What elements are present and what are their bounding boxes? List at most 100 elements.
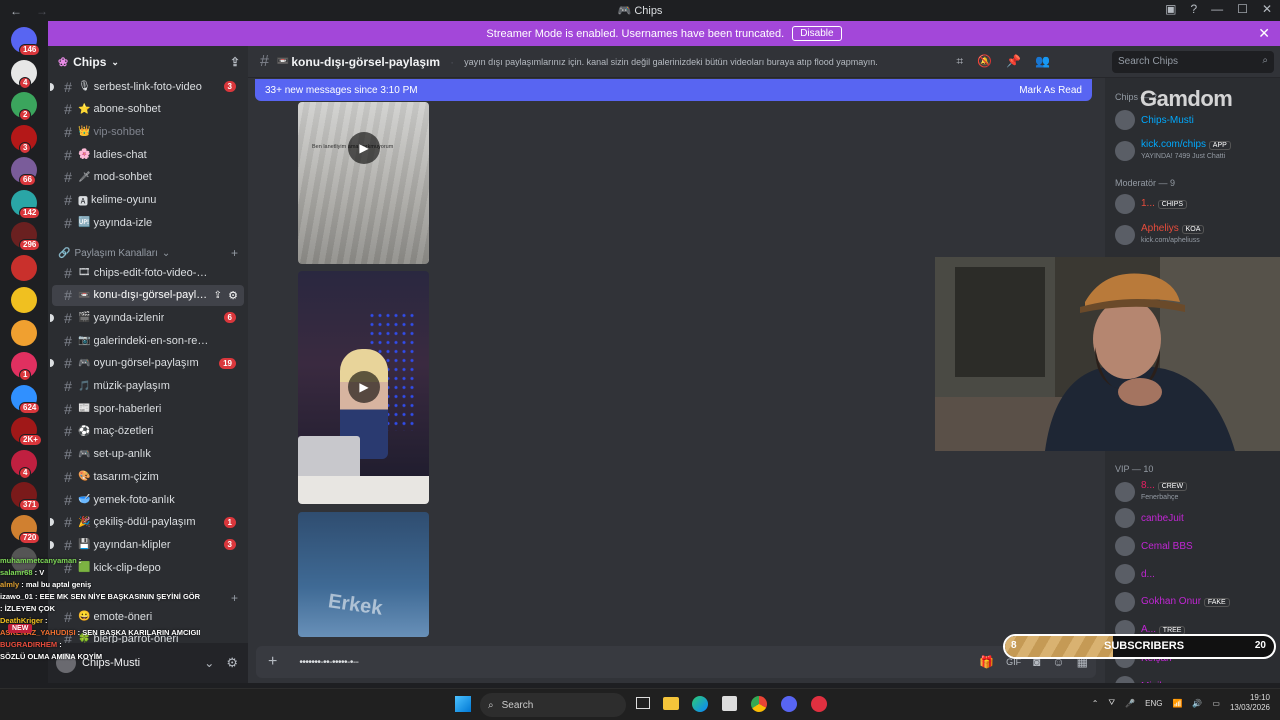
server-icon[interactable] — [11, 287, 37, 313]
close-banner-icon[interactable]: ✕ — [1258, 25, 1270, 42]
add-attachment-icon[interactable]: + — [268, 653, 277, 671]
search-input[interactable]: Search Chips ⌕ — [1112, 51, 1274, 73]
channel-item[interactable]: # 🎉 çekiliş-ödül-paylaşım 1 — [50, 512, 244, 533]
store-icon[interactable] — [722, 696, 737, 711]
channel-item[interactable]: # ⚽ maç-özetleri — [52, 421, 244, 442]
server-icon[interactable]: 3 — [11, 124, 37, 154]
new-badge: NEW — [8, 624, 33, 633]
play-icon[interactable]: ▶ — [348, 132, 380, 164]
server-icon[interactable]: 624 — [11, 384, 41, 414]
channel-item[interactable]: # 🎙 serbest-link-foto-video 3 — [50, 76, 244, 97]
channel-item[interactable]: # 📷 galerindeki-en-son-resim — [52, 330, 244, 351]
add-channel-icon[interactable]: + — [231, 246, 238, 260]
microphone-icon[interactable]: 🎤 — [1125, 699, 1135, 708]
channel-item[interactable]: # 🗡 mod-sohbet — [52, 167, 244, 188]
network-icon[interactable]: ⛛ — [1108, 698, 1115, 708]
channel-item[interactable]: # 🎮 set-up-anlık — [52, 444, 244, 465]
member-item[interactable]: Gokhan Onur FAKE — [1115, 592, 1230, 612]
minimize-icon[interactable]: — — [1211, 2, 1223, 16]
discord-taskbar-icon[interactable] — [781, 696, 797, 712]
member-item[interactable]: d... — [1115, 564, 1155, 584]
channel-item[interactable]: # 📰 spor-haberleri — [52, 398, 244, 419]
help-icon[interactable]: ? — [1190, 2, 1197, 16]
member-item[interactable]: Apheliys KOA kick.com/apheliuss — [1115, 223, 1205, 246]
server-icon[interactable]: 66 — [11, 157, 37, 186]
back-arrow-icon[interactable]: ← — [10, 4, 22, 18]
gift-icon[interactable]: 🎁 — [979, 655, 994, 669]
member-item[interactable]: 1... CHIPS — [1115, 194, 1188, 214]
add-member-icon[interactable]: ⇪ — [214, 290, 222, 301]
add-member-icon[interactable]: ⇪ — [230, 55, 240, 69]
disable-streamer-mode-button[interactable]: Disable — [792, 26, 842, 41]
server-icon[interactable] — [11, 254, 37, 281]
channel-item[interactable]: # ⭐ abone-sohbet — [52, 99, 244, 120]
inbox-icon[interactable]: ▣ — [1165, 2, 1176, 16]
channel-item[interactable]: # 🅰kelime-oyunu — [52, 190, 244, 211]
wifi-icon[interactable]: 📶 — [1172, 699, 1182, 708]
forward-arrow-icon[interactable]: → — [36, 4, 48, 18]
gear-icon[interactable]: ⚙ — [228, 289, 238, 302]
play-icon[interactable]: ▶ — [348, 371, 380, 403]
clock[interactable]: 19:10 13/03/2026 — [1230, 693, 1270, 713]
edge-icon[interactable] — [692, 696, 708, 712]
task-view-icon[interactable] — [636, 697, 650, 709]
gear-icon[interactable]: ⚙ — [226, 655, 238, 671]
file-explorer-icon[interactable] — [663, 697, 679, 710]
chrome-icon[interactable] — [751, 696, 767, 712]
server-icon[interactable]: 4 — [11, 59, 37, 89]
new-messages-bar[interactable]: 33+ new messages since 3:10 PM Mark As R… — [255, 79, 1092, 101]
member-item[interactable]: Chips-Musti — [1115, 110, 1194, 130]
add-channel-icon[interactable]: + — [231, 591, 238, 605]
composer-text[interactable]: •••••••-••-•••••-•-- — [299, 657, 359, 668]
channel-item[interactable]: # 🎨 tasarım-çizim — [52, 466, 244, 487]
maximize-icon[interactable]: ☐ — [1237, 2, 1248, 16]
chevron-down-icon: ⌄ — [161, 248, 171, 259]
channel-item[interactable]: # 🎬 yayında-izlenir 6 — [50, 307, 244, 328]
language-indicator[interactable]: ENG — [1145, 699, 1162, 708]
member-item[interactable]: Minik — [1115, 676, 1164, 683]
guild-header[interactable]: ❀ Chips ⌄ ⇪ — [48, 46, 248, 78]
threads-icon[interactable]: ⌗ — [956, 54, 963, 69]
video-attachment[interactable]: Ben lanetliyim ama korkmuyorum ▶ — [298, 102, 429, 264]
battery-icon[interactable]: ▭ — [1212, 699, 1220, 708]
server-icon[interactable]: 371 — [11, 482, 41, 511]
video-attachment[interactable]: ▶ — [298, 271, 429, 504]
taskbar-search[interactable]: ⌕ Search — [480, 693, 626, 717]
server-icon[interactable]: 2K+ — [11, 417, 42, 446]
mark-as-read-button[interactable]: Mark As Read — [1019, 85, 1082, 96]
server-icon[interactable] — [11, 319, 37, 346]
server-icon[interactable]: 720 — [11, 514, 41, 544]
pin-icon[interactable]: 📌 — [1006, 54, 1021, 69]
video-attachment[interactable]: Erkek — [298, 512, 429, 637]
channel-topic[interactable]: yayın dışı paylaşımlarınız için. kanal s… — [464, 57, 878, 67]
server-icon[interactable]: 1 — [11, 352, 37, 381]
windows-start-icon[interactable] — [455, 696, 471, 712]
server-icon[interactable]: 296 — [11, 222, 41, 251]
channel-item[interactable]: # 🆙 yayında-izle — [52, 212, 244, 233]
channel-item[interactable]: # 👑 vip-sohbet — [52, 121, 244, 142]
server-icon[interactable]: 142 — [11, 189, 41, 219]
channel-item[interactable]: # 🥣 yemek-foto-anlık — [52, 489, 244, 510]
message-composer[interactable]: + •••••••-••-•••••-•-- 🎁 GIF ◙ ☺ ▦ — [256, 646, 1096, 678]
chevron-down-icon[interactable]: ⌄ — [204, 656, 214, 670]
member-item[interactable]: 8... CREW Fenerbahçe — [1115, 480, 1188, 503]
mute-bell-icon[interactable]: 🔕 — [977, 54, 992, 69]
close-window-icon[interactable]: ✕ — [1262, 2, 1272, 16]
member-item[interactable]: kick.com/chips APP YAYINDA! 7499 Just Cha… — [1115, 139, 1231, 162]
channel-item[interactable]: # 📼 konu-dışı-görsel-payla… ⇪ ⚙ — [52, 284, 244, 306]
category-header[interactable]: 🔗 Paylaşım Kanalları ⌄ — [58, 248, 170, 259]
channel-item[interactable]: # 🎮 oyun-görsel-paylaşım 19 — [50, 353, 244, 374]
server-icon[interactable]: 146 — [11, 27, 41, 56]
chevron-up-icon[interactable]: ⌃ — [1092, 699, 1099, 708]
volume-icon[interactable]: 🔊 — [1192, 699, 1202, 708]
member-item[interactable]: Cemal BBS — [1115, 536, 1193, 556]
channel-item[interactable]: # 💾 yayından-klipler 3 — [50, 534, 244, 555]
channel-item[interactable]: # 🎵 müzik-paylaşım — [52, 376, 244, 397]
server-icon[interactable]: 4 — [11, 449, 37, 479]
channel-item[interactable]: # 🎞chips-edit-foto-video-paylaş… — [52, 262, 244, 283]
member-list-icon[interactable]: 👥 — [1035, 54, 1050, 69]
server-icon[interactable]: 2 — [11, 92, 37, 121]
member-item[interactable]: canbeJuit — [1115, 508, 1184, 528]
channel-item[interactable]: # 🌸 ladies-chat — [52, 144, 244, 165]
app-taskbar-icon[interactable] — [811, 696, 827, 712]
